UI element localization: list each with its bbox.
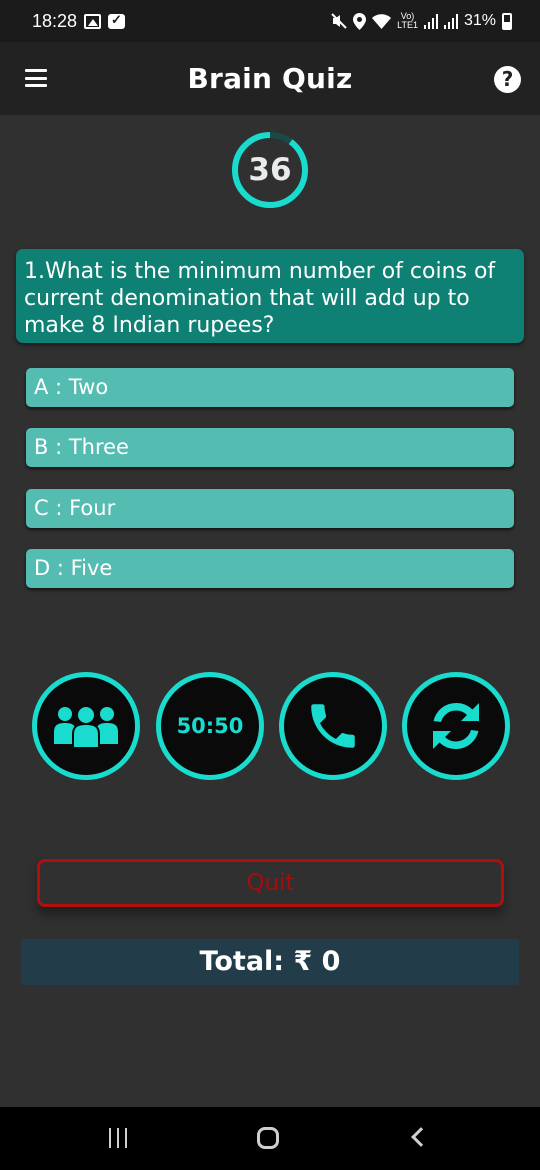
question-text: 1.What is the minimum number of coins of… [24,259,496,338]
status-bar: 18:28 Vo) LTE1 31% [0,0,540,42]
check-notification-icon [108,12,126,29]
fifty-fifty-button[interactable]: 50:50 [156,672,264,780]
option-b-button[interactable]: B : Three [26,428,514,467]
total-winnings: Total: ₹ 0 [21,939,519,985]
battery-percent: 31% [463,12,496,29]
option-c-button[interactable]: C : Four [26,489,514,528]
system-nav-bar [0,1107,540,1170]
signal-bars-icon [423,13,438,29]
option-a-button[interactable]: A : Two [26,368,514,407]
quit-button[interactable]: Quit [37,859,504,907]
back-icon[interactable] [411,1127,431,1147]
fifty-fifty-label: 50:50 [176,714,244,738]
question-card: 1.What is the minimum number of coins of… [16,249,524,343]
app-bar: Brain Quiz ? [0,42,540,115]
status-right: Vo) LTE1 31% [331,12,512,30]
home-icon[interactable] [257,1127,279,1149]
countdown-timer: 36 [230,130,310,210]
swap-question-button[interactable] [402,672,510,780]
audience-poll-button[interactable] [32,672,140,780]
timer-value: 36 [248,152,292,188]
location-icon [353,12,367,30]
lte-label: LTE1 [397,20,418,30]
wifi-icon [372,13,392,29]
app-title: Brain Quiz [187,62,353,95]
signal-bars-2-icon [443,13,458,29]
help-icon[interactable]: ? [494,66,521,93]
battery-icon [502,12,512,30]
mute-icon [331,13,347,29]
option-d-button[interactable]: D : Five [26,549,514,588]
volte-indicator: Vo) LTE1 [397,12,418,30]
gallery-notification-icon [84,13,102,29]
recent-apps-icon[interactable] [109,1128,127,1148]
phone-a-friend-button[interactable] [279,672,387,780]
status-time: 18:28 [32,10,78,31]
hamburger-menu-icon[interactable] [25,69,47,87]
phone-icon [311,704,355,748]
swap-arrows-icon [433,702,479,750]
people-group-icon [54,707,118,748]
